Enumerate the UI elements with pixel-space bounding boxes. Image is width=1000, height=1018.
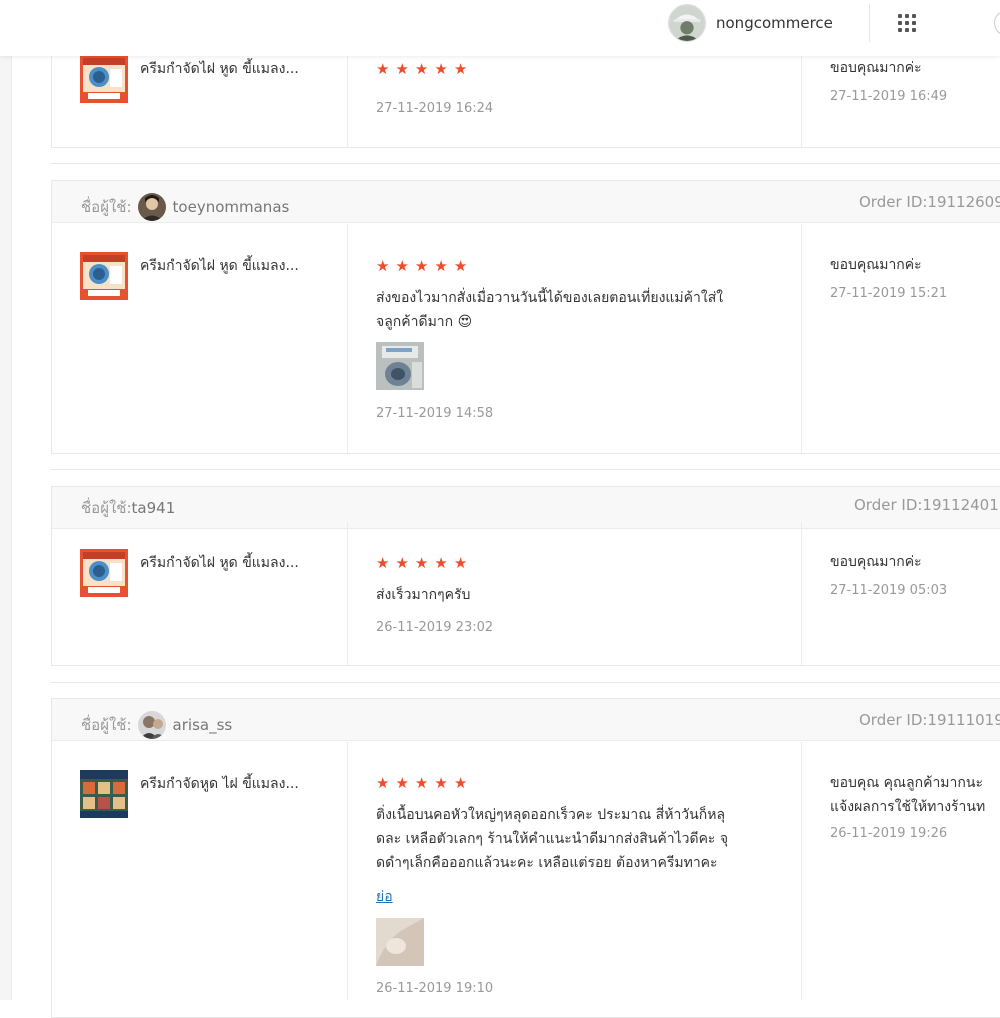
reply-date: 27-11-2019 16:49 [830, 89, 948, 104]
seller-reply: ขอบคุณ คุณลูกค้ามากนะ แจ้งผลการใช้ให้ทาง… [830, 771, 985, 819]
review-comment: ติ่งเนื้อบนคอหัวใหญ่ๆหลุดออกเร็วคะ ประมา… [376, 803, 786, 875]
star-icon: ★ [395, 554, 409, 572]
username-row: ชื่อผู้ใช้: toeynommanas [81, 193, 289, 221]
star-icon: ★ [434, 554, 448, 572]
review-header: ชื่อผู้ใช้: ta941 Order ID:19112401 [52, 487, 1000, 529]
notification-icon[interactable] [994, 10, 1000, 36]
column-divider [801, 522, 802, 665]
review-comment-line: ดละ เหลือตัวเลกๆ ร้านให้คำแนะนำดีมากส่งส… [376, 831, 729, 847]
column-divider [801, 742, 802, 1000]
star-icon: ★ [434, 60, 448, 78]
star-rating: ★ ★ ★ ★ ★ [376, 775, 473, 791]
topbar-divider [869, 4, 870, 42]
review-comment-line: ติ่งเนื้อบนคอหัวใหญ่ๆหลุดออกเร็วคะ ประมา… [376, 807, 726, 823]
star-icon: ★ [434, 257, 448, 275]
review-photo[interactable] [376, 342, 424, 390]
star-icon: ★ [376, 257, 390, 275]
username-row: ชื่อผู้ใช้: arisa_ss [81, 711, 232, 739]
star-icon: ★ [453, 774, 468, 792]
seller-reply-line: ขอบคุณ คุณลูกค้ามากนะ [830, 775, 983, 791]
star-icon: ★ [376, 554, 390, 572]
review-date: 27-11-2019 16:24 [376, 101, 494, 116]
column-divider [347, 224, 348, 453]
star-rating: ★ ★ ★ ★ ★ [376, 61, 473, 77]
user-avatar [137, 711, 166, 739]
star-rating: ★ ★ ★ ★ ★ [376, 258, 473, 274]
card-separator [51, 469, 1000, 470]
column-divider [347, 742, 348, 1000]
star-icon: ★ [453, 60, 468, 78]
username-row: ชื่อผู้ใช้: ta941 [81, 496, 175, 520]
review-header: ชื่อผู้ใช้: arisa_ss Order ID:19111019 [52, 699, 1000, 741]
review-date: 26-11-2019 23:02 [376, 620, 494, 635]
star-icon: ★ [395, 60, 409, 78]
username-prefix: ชื่อผู้ใช้: [81, 716, 132, 734]
seller-reply: ขอบคุณมากค่ะ [830, 257, 922, 273]
username: ta941 [131, 499, 176, 517]
seller-reply: ขอบคุณมากค่ะ [830, 60, 922, 76]
user-avatar [137, 193, 166, 221]
username-prefix: ชื่อผู้ใช้: [81, 198, 132, 216]
product-thumbnail[interactable] [80, 55, 128, 103]
product-name[interactable]: ครีมกำจัดไฝ หูด ขี้แมลง... [140, 255, 299, 277]
product-name[interactable]: ครีมกำจัดไฝ หูด ขี้แมลง... [140, 552, 299, 574]
column-divider [347, 522, 348, 665]
star-icon: ★ [414, 60, 429, 78]
star-icon: ★ [376, 774, 390, 792]
star-icon: ★ [414, 774, 429, 792]
star-icon: ★ [395, 257, 409, 275]
review-comment-line: ดดำๆเล็กคือออกแล้วนะคะ เหลือแต่รอย ต้องห… [376, 855, 718, 871]
star-icon: ★ [453, 257, 468, 275]
star-icon: ★ [453, 554, 468, 572]
star-rating: ★ ★ ★ ★ ★ [376, 555, 473, 571]
top-bar: nongcommerce [0, 0, 1000, 56]
review-comment-line: จลูกค้าดีมาก 😍 [376, 314, 473, 330]
review-comment: ส่งของไวมากสั่งเมื่อวานวันนี้ได้ของเลยตอ… [376, 286, 786, 334]
review-date: 26-11-2019 19:10 [376, 981, 494, 996]
star-icon: ★ [376, 60, 390, 78]
order-id[interactable]: Order ID:19112609 [859, 193, 1000, 211]
product-name[interactable]: ครีมกำจัดไฝ หูด ขี้แมลง... [140, 58, 299, 80]
review-photo[interactable] [376, 918, 424, 966]
left-panel-edge [0, 0, 12, 1000]
star-icon: ★ [434, 774, 448, 792]
reply-date: 27-11-2019 05:03 [830, 583, 948, 598]
product-thumbnail[interactable] [80, 770, 128, 818]
order-id[interactable]: Order ID:19112401 [854, 496, 999, 514]
review-date: 27-11-2019 14:58 [376, 406, 494, 421]
star-icon: ★ [414, 257, 429, 275]
reply-date: 27-11-2019 15:21 [830, 286, 948, 301]
username-prefix: ชื่อผู้ใช้: [81, 499, 132, 517]
review-header: ชื่อผู้ใช้: toeynommanas Order ID:191126… [52, 181, 1000, 223]
apps-grid-icon[interactable] [897, 13, 919, 35]
product-thumbnail[interactable] [80, 252, 128, 300]
seller-reply: ขอบคุณมากค่ะ [830, 554, 922, 570]
shop-name: nongcommerce [716, 14, 833, 32]
product-thumbnail[interactable] [80, 549, 128, 597]
review-comment: ส่งเร็วมากๆครับ [376, 587, 471, 603]
star-icon: ★ [395, 774, 409, 792]
username: arisa_ss [172, 716, 233, 734]
product-name[interactable]: ครีมกำจัดหูด ไฝ ขี้แมลง... [140, 773, 299, 795]
reply-date: 26-11-2019 19:26 [830, 826, 948, 841]
card-separator [51, 682, 1000, 683]
review-comment-line: ส่งของไวมากสั่งเมื่อวานวันนี้ได้ของเลยตอ… [376, 290, 724, 306]
column-divider [801, 224, 802, 453]
order-id[interactable]: Order ID:19111019 [859, 711, 1000, 729]
shop-account[interactable]: nongcommerce [668, 4, 833, 42]
seller-reply-line: แจ้งผลการใช้ให้ทางร้านท [830, 799, 986, 815]
star-icon: ★ [414, 554, 429, 572]
card-separator [51, 163, 1000, 164]
shop-avatar [668, 4, 706, 42]
collapse-link[interactable]: ย่อ [376, 886, 393, 908]
username: toeynommanas [172, 198, 290, 216]
